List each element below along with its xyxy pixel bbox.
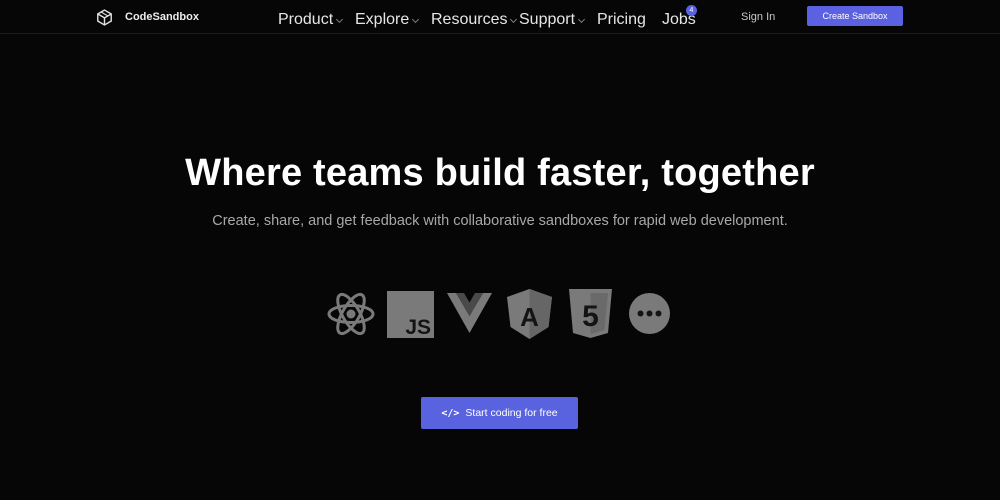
brand-name: CodeSandbox [125,11,199,23]
chevron-down-icon [510,15,518,23]
javascript-icon-label: JS [405,316,431,338]
chevron-down-icon [336,15,344,23]
nav-label-explore: Explore [355,11,410,28]
html5-icon: 5 [569,289,612,338]
nav-label-pricing: Pricing [597,11,646,28]
nav-item-product[interactable]: Product [278,11,344,29]
angular-icon: A [507,289,552,339]
chevron-down-icon [578,15,586,23]
codesandbox-logo-icon [97,8,112,26]
html5-icon-number: 5 [582,300,599,333]
sign-in-link[interactable]: Sign In [741,11,775,23]
start-coding-label: Start coding for free [465,407,558,419]
more-icon [629,293,670,334]
nav-item-pricing[interactable]: Pricing [597,11,646,29]
javascript-icon: JS [387,291,434,339]
framework-vue[interactable] [447,293,492,338]
hero-title: Where teams build faster, together [185,152,815,194]
nav-item-resources[interactable]: Resources [431,11,518,29]
framework-javascript[interactable]: JS [387,291,434,343]
vue-icon [447,293,492,333]
nav-item-explore[interactable]: Explore [355,11,420,29]
jobs-count-badge: 4 [686,5,697,16]
nav-item-support[interactable]: Support [519,11,586,29]
nav-label-product: Product [278,11,334,28]
create-sandbox-button[interactable]: Create Sandbox [807,6,903,26]
chevron-down-icon [412,15,420,23]
nav-label-support: Support [519,11,576,28]
brand-logo[interactable]: CodeSandbox [96,8,199,26]
framework-icons-row: JS A 5 [0,288,1000,340]
react-icon [327,292,375,336]
framework-react[interactable] [326,290,376,343]
framework-angular[interactable]: A [507,289,552,344]
hero-subtitle: Create, share, and get feedback with col… [212,213,788,229]
framework-html5[interactable]: 5 [569,289,612,343]
start-coding-button[interactable]: </> Start coding for free [421,397,578,429]
top-navigation-bar: CodeSandbox Product Explore Resources Su… [0,0,1000,34]
code-icon: </> [441,407,460,419]
framework-more[interactable] [629,293,670,339]
angular-icon-letter: A [520,302,539,332]
nav-label-resources: Resources [431,11,508,28]
